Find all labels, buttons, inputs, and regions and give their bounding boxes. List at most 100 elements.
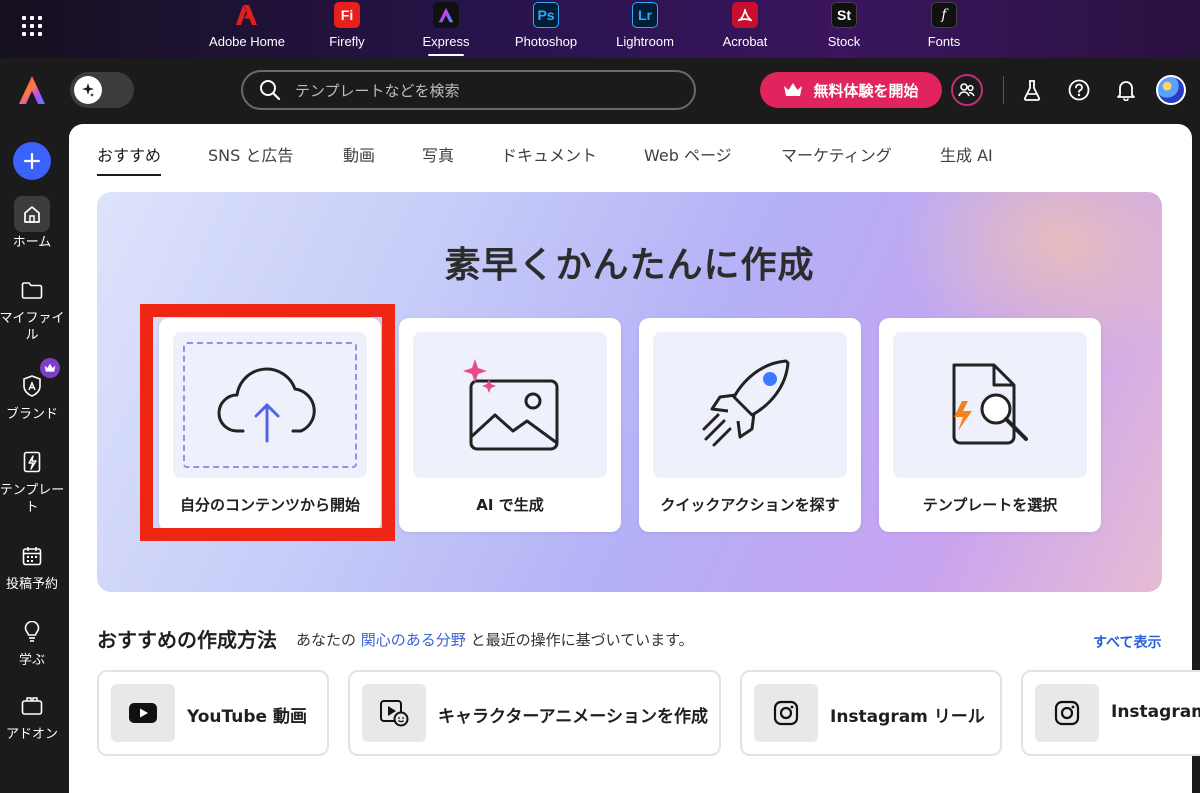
character-animation-icon [362,684,426,742]
rec-card-label: YouTube 動画 [187,707,307,727]
sidebar-item-addons[interactable]: アドオン [0,688,64,743]
rec-card-label: Instagram [1111,702,1200,722]
subtitle-text: と最近の操作に基づいています。 [470,631,694,649]
app-label: Fonts [927,34,961,49]
app-switcher-bar: Adobe Home Fi Firefly Express Ps Photosh… [0,0,1200,58]
rec-card-instagram-reel[interactable]: Instagram リール [740,670,1002,756]
sidebar-item-label: ホーム [12,235,52,250]
template-search-icon [952,363,1028,445]
sidebar-item-label: ブランド [5,407,58,422]
create-button[interactable] [13,142,51,180]
sidebar-item-home[interactable]: ホーム [0,196,64,251]
quick-actions-card[interactable]: クイックアクションを探す [639,318,861,532]
brand-icon [14,358,60,404]
rec-card-instagram[interactable]: Instagram [1021,670,1200,756]
main-panel: おすすめ SNS と広告 動画 写真 ドキュメント Web ページ マーケティン… [69,124,1200,793]
tab-web-page[interactable]: Web ページ [644,142,732,166]
app-firefly[interactable]: Fi Firefly [302,2,392,49]
sidebar-item-label: マイファイル [0,311,65,343]
app-grid-icon[interactable] [22,16,42,36]
rec-card-youtube-video[interactable]: YouTube 動画 [97,670,329,756]
addon-icon [14,688,50,724]
sidebar-item-brand[interactable]: ブランド [0,358,64,423]
tab-video[interactable]: 動画 [343,142,375,166]
premium-crown-icon [40,358,60,378]
template-icon [14,444,50,480]
calendar-icon [14,538,50,574]
app-label: Stock [827,34,861,49]
sidebar-item-label: 投稿予約 [5,577,58,592]
rec-card-label: Instagram リール [830,707,985,727]
sparkle-icon [74,76,102,104]
app-label: Express [422,34,470,49]
help-icon[interactable] [1063,74,1095,106]
tab-marketing[interactable]: マーケティング [781,142,892,166]
labs-flask-icon[interactable] [1016,74,1048,106]
app-photoshop[interactable]: Ps Photoshop [501,2,591,49]
generate-with-ai-card[interactable]: AI で生成 [399,318,621,532]
start-trial-button[interactable]: 無料体験を開始 [760,72,942,108]
template-search-art [893,332,1087,478]
acrobat-icon [732,2,758,28]
photoshop-icon: Ps [533,2,559,28]
sidebar-item-my-files[interactable]: マイファイル [0,272,65,344]
express-logo-icon[interactable] [16,74,48,106]
tab-recommended[interactable]: おすすめ [97,142,162,176]
app-label: Adobe Home [209,34,285,49]
rocket-art [653,332,847,478]
firefly-icon: Fi [334,2,360,28]
app-acrobat[interactable]: Acrobat [700,2,790,49]
app-label: Photoshop [514,34,578,49]
lightroom-icon: Lr [632,2,658,28]
card-label: 自分のコンテンツから開始 [179,496,360,514]
theme-toggle[interactable] [70,72,134,108]
see-all-link[interactable]: すべて表示 [1093,632,1161,652]
sidebar-item-learn[interactable]: 学ぶ [0,614,64,669]
app-fonts[interactable]: f Fonts [899,2,989,49]
sidebar-item-templates[interactable]: テンプレート [0,444,64,516]
crown-icon [784,83,803,96]
tab-photo[interactable]: 写真 [422,142,454,166]
card-label: AI で生成 [476,496,544,514]
tab-social-ads[interactable]: SNS と広告 [208,142,293,166]
recommend-subtitle: あなたの 関心のある分野 と最近の操作に基づいています。 [296,629,694,650]
notification-bell-icon[interactable] [1110,74,1142,106]
youtube-icon [111,684,175,742]
express-icon [433,2,459,28]
lightbulb-icon [14,614,50,650]
app-lightroom[interactable]: Lr Lightroom [600,2,690,49]
instagram-icon [1035,684,1099,742]
card-label: テンプレートを選択 [922,496,1058,514]
cloud-upload-art [173,332,367,478]
sidebar-item-label: 学ぶ [18,653,45,668]
home-icon [14,196,50,232]
tab-document[interactable]: ドキュメント [501,142,597,166]
search-input[interactable]: テンプレートなどを検索 [241,70,696,110]
app-label: Firefly [329,34,365,49]
left-sidebar: ホーム マイファイル ブランド テンプレート 投稿予約 学ぶ アドオン [0,124,68,793]
app-express[interactable]: Express [401,2,491,56]
search-icon [260,80,281,101]
start-trial-label: 無料体験を開始 [813,81,919,100]
app-adobe-home[interactable]: Adobe Home [202,2,292,49]
fonts-icon: f [931,2,957,28]
rec-card-character-animation[interactable]: キャラクターアニメーションを作成 [348,670,721,756]
hero-title: 素早くかんたんに作成 [444,245,815,286]
tab-generative-ai[interactable]: 生成 AI [940,142,993,166]
upload-drop-zone [183,342,357,468]
quick-create-banner: 素早くかんたんに作成 自分のコンテンツから開始 AI で生成 クイックアクション… [97,192,1162,592]
card-label: クイックアクションを探す [660,496,840,514]
recommend-title: おすすめの作成方法 [97,628,277,652]
app-stock[interactable]: St Stock [799,2,889,49]
user-avatar[interactable] [1156,75,1186,105]
choose-template-card[interactable]: テンプレートを選択 [879,318,1101,532]
search-placeholder: テンプレートなどを検索 [295,81,460,100]
people-icon[interactable] [951,74,983,106]
adobe-home-icon [234,2,260,28]
app-label: Lightroom [616,34,674,49]
sidebar-item-schedule[interactable]: 投稿予約 [0,538,64,593]
start-from-content-card[interactable]: 自分のコンテンツから開始 [159,318,381,532]
instagram-icon [754,684,818,742]
interests-link[interactable]: 関心のある分野 [361,631,466,649]
app-label: Acrobat [722,34,768,49]
